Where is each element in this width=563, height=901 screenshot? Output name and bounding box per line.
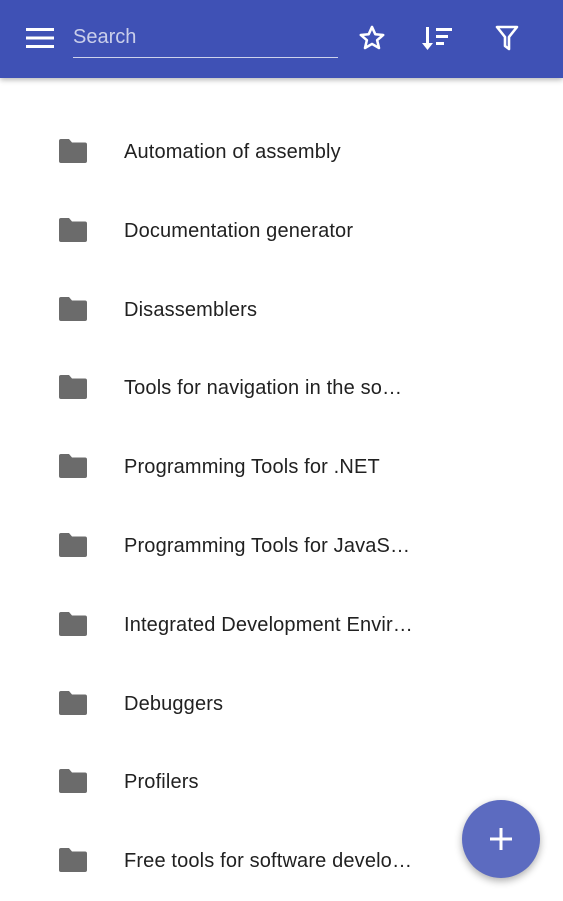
folder-list-item[interactable]: Disassemblers [0,271,563,350]
folder-label: Debuggers [124,692,224,715]
folder-label: Free tools for software develo… [124,850,413,873]
favorites-button[interactable] [348,14,396,62]
folder-list-item[interactable]: Automation of assembly [0,113,563,192]
filter-icon [495,25,519,51]
folder-list-item[interactable]: Programming Tools for .NET [0,428,563,507]
sort-icon [422,27,452,50]
folder-icon [59,454,87,479]
search-input[interactable] [73,18,338,57]
folder-icon [59,375,87,400]
folder-icon [59,139,87,163]
folder-icon [59,611,87,636]
folder-list-item[interactable]: Debuggers [0,665,563,744]
folder-label: Documentation generator [124,219,354,242]
folder-list-item[interactable]: Tools for navigation in the so… [0,349,563,428]
folder-list-item[interactable]: Integrated Development Envir… [0,586,563,665]
filter-button[interactable] [483,14,531,62]
hamburger-menu-icon [26,28,54,48]
folder-label: Automation of assembly [124,141,341,163]
folder-list: Automation of assembly Documentation gen… [0,113,563,901]
folder-label: Profilers [124,771,199,794]
folder-label: Programming Tools for .NET [124,456,380,479]
folder-list-item[interactable]: Programming Tools for JavaS… [0,507,563,586]
app-bar [0,0,563,78]
folder-icon [59,217,87,242]
star-outline-icon [359,25,385,50]
folder-icon [59,848,87,873]
folder-list-item[interactable]: Documentation generator [0,192,563,271]
folder-label: Integrated Development Envir… [124,613,413,636]
plus-icon [490,828,512,850]
folder-icon [59,690,87,715]
folder-icon [59,296,87,321]
add-button[interactable] [462,800,540,878]
folder-label: Programming Tools for JavaS… [124,534,411,557]
search-field [73,18,338,58]
folder-label: Tools for navigation in the so… [124,377,403,400]
folder-label: Disassemblers [124,298,258,321]
folder-icon [59,769,87,794]
folder-icon [59,532,87,557]
sort-button[interactable] [414,14,462,62]
menu-button[interactable] [16,14,64,62]
